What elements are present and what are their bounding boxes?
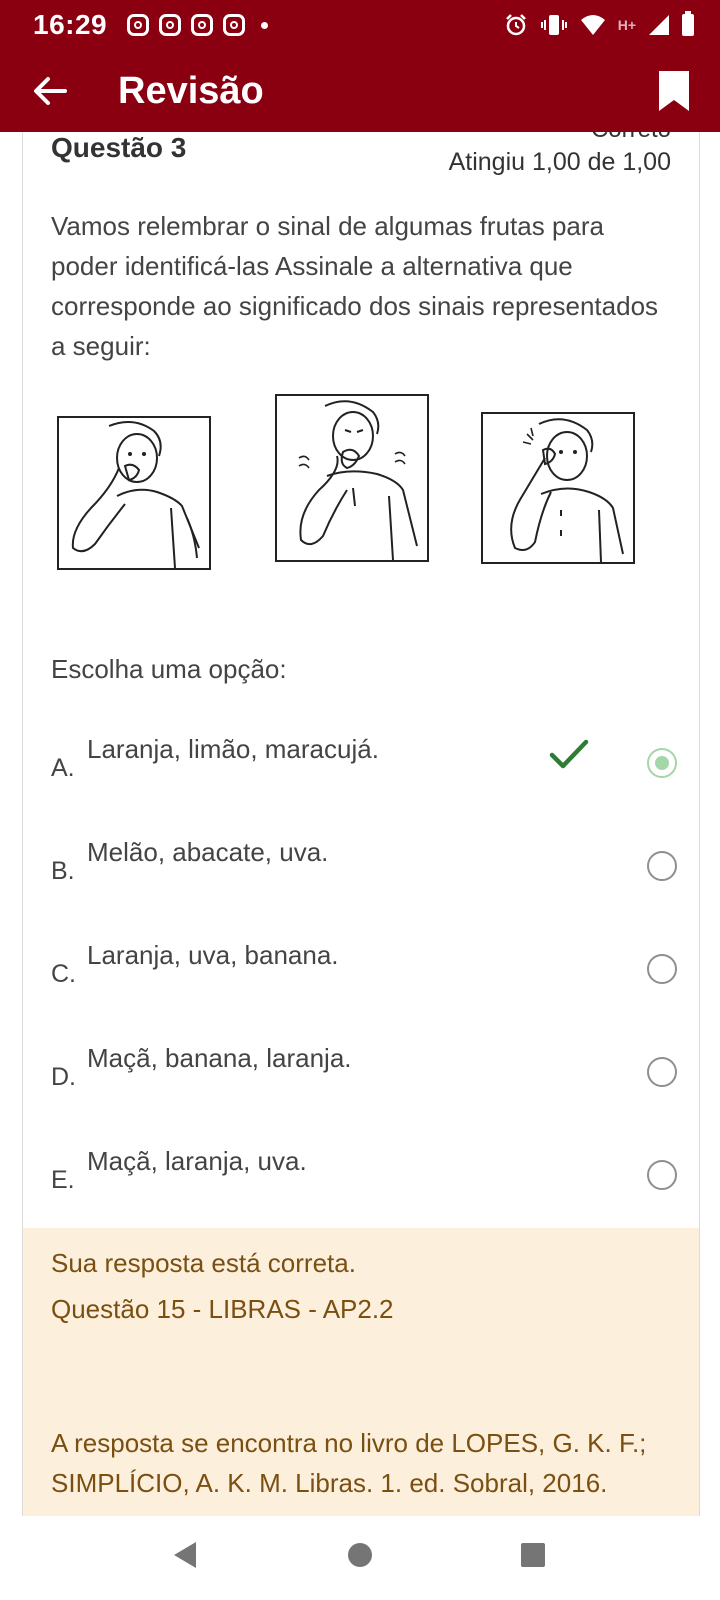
home-circle-icon: [348, 1543, 372, 1567]
feedback-reference: A resposta se encontra no livro de LOPES…: [51, 1428, 647, 1458]
sign-image-1: [57, 416, 211, 570]
radio-button[interactable]: [647, 851, 677, 881]
nav-back-button[interactable]: [168, 1538, 202, 1572]
sign-image-3: [481, 412, 635, 564]
instagram-icon: [127, 14, 150, 36]
question-header: Questão 3 Correto Atingiu 1,00 de 1,00: [51, 132, 671, 192]
status-time: 16:29: [33, 9, 108, 40]
radio-button[interactable]: [647, 1057, 677, 1087]
system-icons: H+: [504, 11, 694, 37]
feedback-reference-continued: SIMPLÍCIO, A. K. M. Libras. 1. ed. Sobra…: [51, 1468, 608, 1498]
nav-recents-button[interactable]: [516, 1538, 550, 1572]
option-c[interactable]: C. Laranja, uva, banana.: [51, 940, 677, 1030]
vibrate-icon: [540, 15, 567, 35]
back-triangle-icon: [174, 1542, 196, 1568]
option-b[interactable]: B. Melão, abacate, uva.: [51, 837, 677, 927]
correct-check-icon: [549, 739, 589, 769]
option-text: Maçã, laranja, uva.: [87, 1146, 307, 1176]
bookmark-icon: [659, 71, 689, 111]
radio-button[interactable]: [647, 1160, 677, 1190]
sign-image-2: [275, 394, 429, 562]
option-d[interactable]: D. Maçã, banana, laranja.: [51, 1043, 677, 1133]
network-label: H+: [617, 17, 636, 33]
nav-home-button[interactable]: [343, 1538, 377, 1572]
sign-illustrations: [53, 394, 653, 574]
option-e[interactable]: E. Maçã, laranja, uva.: [51, 1146, 677, 1236]
option-text: Maçã, banana, laranja.: [87, 1043, 352, 1073]
option-letter: B.: [51, 857, 75, 885]
option-letter: C.: [51, 960, 76, 988]
wifi-icon: [580, 15, 605, 35]
option-letter: A.: [51, 754, 75, 782]
status-bar: 16:29 H+: [0, 0, 720, 50]
instagram-icon: [223, 14, 246, 36]
notification-icons: [127, 14, 269, 36]
option-text: Melão, abacate, uva.: [87, 837, 329, 867]
page-title: Revisão: [118, 69, 264, 112]
more-notifications-dot: [261, 21, 269, 29]
feedback-result: Sua resposta está correta.: [51, 1248, 356, 1278]
feedback-source: Questão 15 - LIBRAS - AP2.2: [51, 1294, 394, 1324]
option-a[interactable]: A. Laranja, limão, maracujá.: [51, 734, 677, 824]
bookmark-button[interactable]: [654, 66, 694, 116]
choose-option-label: Escolha uma opção:: [51, 654, 287, 684]
question-grade: Atingiu 1,00 de 1,00: [448, 148, 671, 176]
signal-icon: [649, 15, 669, 35]
battery-icon: [682, 11, 694, 36]
option-letter: E.: [51, 1166, 75, 1194]
feedback-panel: Sua resposta está correta. Questão 15 - …: [23, 1228, 699, 1516]
question-status: Correto: [591, 132, 671, 144]
system-nav-bar: [0, 1516, 720, 1600]
arrow-left-icon: [34, 77, 67, 105]
back-button[interactable]: [30, 71, 70, 111]
option-letter: D.: [51, 1063, 76, 1091]
radio-button[interactable]: [647, 954, 677, 984]
option-text: Laranja, uva, banana.: [87, 940, 339, 970]
instagram-icon: [159, 14, 182, 36]
question-card: Questão 3 Correto Atingiu 1,00 de 1,00 V…: [22, 132, 700, 1516]
option-text: Laranja, limão, maracujá.: [87, 734, 379, 764]
question-text: Vamos relembrar o sinal de algumas fruta…: [51, 211, 659, 361]
recents-square-icon: [521, 1543, 545, 1567]
alarm-icon: [505, 14, 526, 36]
app-bar: Revisão: [0, 50, 720, 132]
question-number: Questão 3: [51, 132, 187, 163]
radio-button-selected[interactable]: [647, 748, 677, 778]
instagram-icon: [191, 14, 214, 36]
